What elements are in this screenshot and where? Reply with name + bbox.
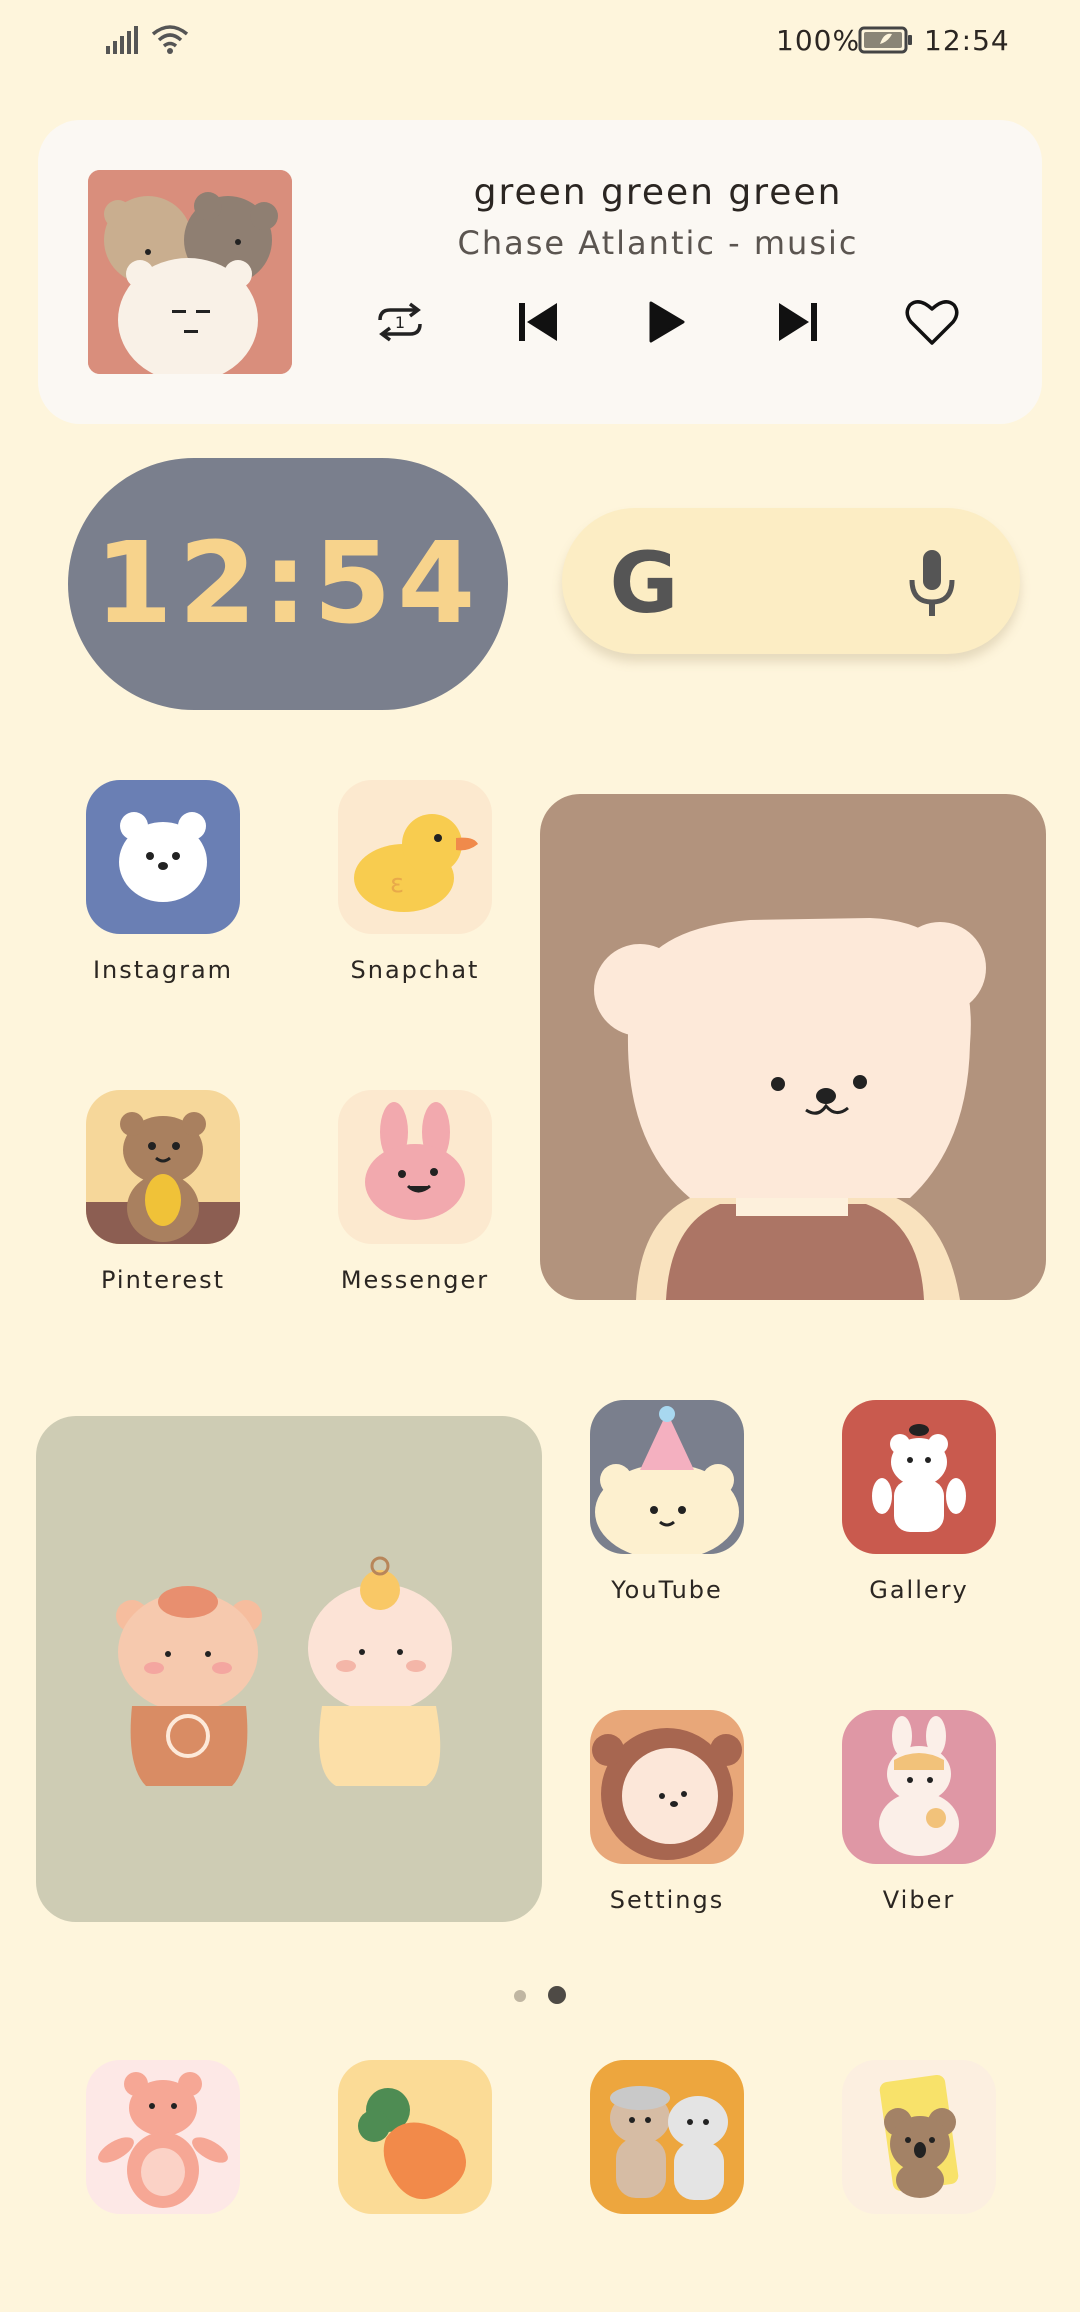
google-logo-icon: G [610, 536, 679, 628]
koala-icon [879, 2074, 959, 2198]
app-label-instagram: Instagram [92, 956, 234, 984]
music-player-widget[interactable]: green green green Chase Atlantic - music… [38, 120, 1042, 424]
bear-couple-illustration-icon [116, 1556, 452, 1786]
pink-bear-icon [98, 2072, 228, 2208]
repeat-one-icon: 1 [378, 302, 422, 342]
page-dot-2[interactable] [548, 1986, 566, 2004]
dock-app-koala[interactable] [842, 2060, 996, 2214]
carrot-icon [358, 2088, 466, 2200]
google-search-widget[interactable]: G [562, 508, 1020, 654]
rubber-duck-icon: ε [338, 780, 492, 934]
dock-app-pink-bear[interactable] [86, 2060, 240, 2214]
app-snapchat[interactable]: ε Snapchat [338, 780, 492, 984]
app-label-gallery: Gallery [869, 1576, 969, 1604]
app-label-settings: Settings [609, 1886, 725, 1914]
lion-bear-icon [590, 1710, 744, 1864]
bear-illustration-icon [594, 918, 986, 1300]
next-track-button[interactable] [768, 292, 828, 352]
heart-icon [905, 300, 959, 345]
track-artist: Chase Atlantic - music [457, 224, 859, 262]
app-pinterest[interactable]: Pinterest [86, 1090, 240, 1294]
party-bear-icon [590, 1400, 744, 1554]
svg-text:ε: ε [390, 869, 404, 899]
favorite-button[interactable] [902, 292, 962, 352]
bear-friends-icon [610, 2086, 728, 2200]
quokka-icon [86, 1090, 240, 1244]
bear-photo-widget[interactable] [540, 794, 1046, 1300]
battery-icon [858, 26, 912, 54]
clock-time: 12:54 [94, 519, 482, 649]
app-gallery[interactable]: Gallery [842, 1400, 996, 1604]
page-dot-1[interactable] [514, 1990, 526, 2002]
app-instagram[interactable]: Instagram [86, 780, 240, 984]
app-label-youtube: YouTube [611, 1576, 723, 1604]
app-label-messenger: Messenger [340, 1266, 490, 1294]
status-time: 12:54 [924, 24, 1010, 57]
white-bear-icon [86, 780, 240, 934]
app-label-snapchat: Snapchat [350, 956, 480, 984]
signal-icon [106, 26, 138, 54]
repeat-one-button[interactable]: 1 [370, 292, 430, 352]
page-indicator[interactable] [508, 1984, 588, 2008]
microphone-icon[interactable] [902, 546, 962, 622]
app-viber[interactable]: Viber [842, 1710, 996, 1914]
bear-trio-icon[interactable] [88, 170, 292, 374]
play-icon [649, 301, 685, 343]
svg-text:G: G [610, 536, 679, 628]
app-label-pinterest: Pinterest [100, 1266, 226, 1294]
bears-couple-photo-widget[interactable] [36, 1416, 542, 1922]
app-settings[interactable]: Settings [590, 1710, 744, 1914]
dock-app-bear-friends[interactable] [590, 2060, 744, 2214]
wifi-icon [151, 25, 189, 54]
skip-previous-icon [519, 303, 557, 341]
pink-bunny-icon [338, 1090, 492, 1244]
bunny-girl-icon [842, 1710, 996, 1864]
status-bar: 100% 12:54 [0, 0, 1080, 90]
app-messenger[interactable]: Messenger [338, 1090, 492, 1294]
track-title: green green green [473, 172, 843, 213]
previous-track-button[interactable] [508, 292, 568, 352]
white-bear-red-icon [842, 1400, 996, 1554]
dock-app-carrot[interactable] [338, 2060, 492, 2214]
clock-widget[interactable]: 12:54 [68, 458, 508, 710]
app-youtube[interactable]: YouTube [590, 1400, 744, 1604]
battery-percent: 100% [776, 24, 861, 57]
app-label-viber: Viber [882, 1886, 956, 1914]
skip-next-icon [779, 303, 817, 341]
play-button[interactable] [636, 292, 696, 352]
svg-text:1: 1 [395, 313, 405, 332]
